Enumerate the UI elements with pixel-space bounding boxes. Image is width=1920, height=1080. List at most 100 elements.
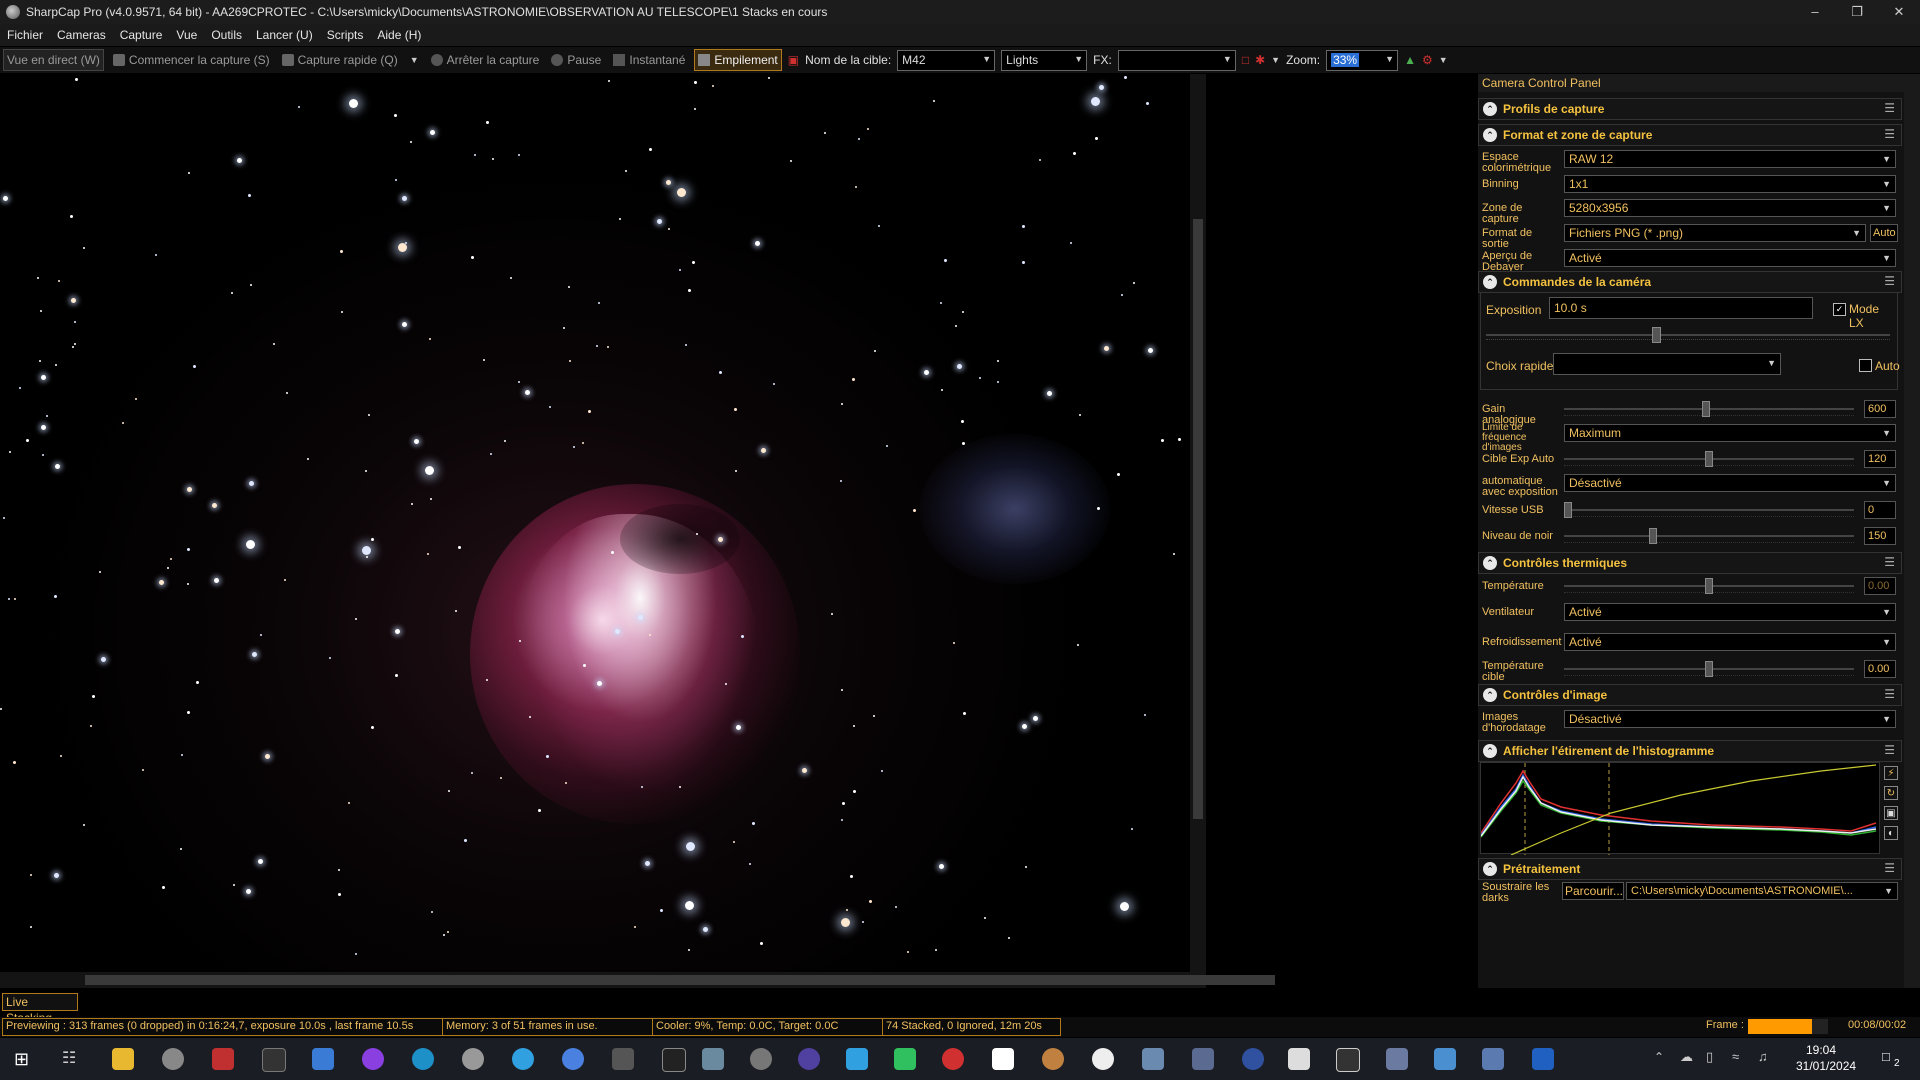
binning-select[interactable]: 1x1 ▼	[1564, 175, 1896, 193]
scroll-thumb[interactable]	[85, 975, 1275, 985]
app-icon[interactable]	[1336, 1048, 1360, 1072]
app-icon[interactable]	[846, 1048, 868, 1070]
target-temp-slider[interactable]	[1564, 661, 1854, 677]
collapse-icon[interactable]: ⌃	[1483, 102, 1497, 116]
mail-icon[interactable]	[312, 1048, 334, 1070]
quick-capture-button[interactable]: Capture rapide (Q) ▼	[279, 50, 422, 70]
app-icon[interactable]	[662, 1048, 686, 1072]
target-name-combo[interactable]: M42 ▼	[897, 49, 996, 71]
section-histogram[interactable]: ⌃ Afficher l'étirement de l'histogramme ☰	[1478, 740, 1902, 762]
black-level-slider[interactable]	[1564, 528, 1854, 544]
app-icon[interactable]	[1142, 1048, 1164, 1070]
menu-aide[interactable]: Aide (H)	[370, 28, 428, 42]
windows-start-icon[interactable]: ⊞	[14, 1049, 29, 1070]
collapse-icon[interactable]: ⌃	[1483, 744, 1497, 758]
battery-icon[interactable]: ▯	[1706, 1049, 1713, 1065]
app-icon[interactable]	[1386, 1048, 1408, 1070]
output-format-select[interactable]: Fichiers PNG (* .png) ▼	[1564, 224, 1866, 242]
chevron-down-icon[interactable]: ▼	[1439, 55, 1448, 65]
section-preprocess[interactable]: ⌃ Prétraitement ☰	[1478, 858, 1902, 880]
sharpcap-icon[interactable]	[750, 1048, 772, 1070]
horizontal-scrollbar[interactable]	[0, 972, 1275, 988]
section-format[interactable]: ⌃ Format et zone de capture ☰	[1478, 124, 1902, 146]
app-icon[interactable]	[1482, 1048, 1504, 1070]
app-icon[interactable]	[1192, 1048, 1214, 1070]
app-icon[interactable]	[612, 1048, 634, 1070]
auto-stretch-icon[interactable]: ⚡	[1884, 766, 1898, 780]
menu-scripts[interactable]: Scripts	[320, 28, 371, 42]
live-stacking-tab[interactable]: Live Stacking	[2, 993, 78, 1025]
exposure-input[interactable]: 10.0 s	[1549, 297, 1813, 319]
notifications-icon[interactable]: □	[1882, 1049, 1890, 1064]
menu-vue[interactable]: Vue	[169, 28, 204, 42]
collapse-icon[interactable]: ⌃	[1483, 128, 1497, 142]
reset-icon[interactable]: ↻	[1884, 786, 1898, 800]
target-temp-value[interactable]: 0.00	[1864, 660, 1896, 678]
app-icon[interactable]	[894, 1048, 916, 1070]
task-view-icon[interactable]: ☷	[62, 1048, 76, 1068]
usb-speed-slider[interactable]	[1564, 502, 1854, 518]
volume-icon[interactable]: ♫	[1758, 1049, 1768, 1064]
menu-icon[interactable]: ☰	[1884, 555, 1895, 569]
clock-time[interactable]: 19:04	[1806, 1043, 1836, 1057]
browse-button[interactable]: Parcourir...	[1562, 882, 1624, 900]
live-view-button[interactable]: Vue en direct (W)	[3, 49, 104, 71]
app-icon[interactable]	[212, 1048, 234, 1070]
chevron-down-icon[interactable]: ▼	[410, 55, 419, 65]
timestamp-select[interactable]: Désactivé ▼	[1564, 710, 1896, 728]
scroll-thumb[interactable]	[1193, 219, 1203, 819]
stop-capture-button[interactable]: Arrêter la capture	[428, 50, 543, 70]
section-thermal[interactable]: ⌃ Contrôles thermiques ☰	[1478, 552, 1902, 574]
app-icon[interactable]	[1092, 1048, 1114, 1070]
fps-limit-select[interactable]: Maximum ▼	[1564, 424, 1896, 442]
gain-value[interactable]: 600	[1864, 400, 1896, 418]
collapse-icon[interactable]: ⌃	[1483, 862, 1497, 876]
app-icon[interactable]	[1042, 1048, 1064, 1070]
panel-scrollbar[interactable]	[1904, 74, 1920, 988]
zoom-combo[interactable]: 33% ▼	[1326, 49, 1399, 71]
clock-date[interactable]: 31/01/2024	[1796, 1059, 1856, 1073]
vertical-scrollbar[interactable]	[1190, 74, 1206, 972]
tray-chevron-icon[interactable]: ⌃	[1654, 1050, 1664, 1064]
frame-type-combo[interactable]: Lights ▼	[1001, 49, 1088, 71]
slider-knob[interactable]	[1705, 451, 1713, 467]
menu-icon[interactable]: ☰	[1884, 861, 1895, 875]
output-auto-button[interactable]: Auto	[1870, 224, 1898, 242]
menu-icon[interactable]: ☰	[1884, 127, 1895, 141]
app-icon[interactable]	[562, 1048, 584, 1070]
app-icon[interactable]	[1242, 1048, 1264, 1070]
black-level-value[interactable]: 150	[1864, 527, 1896, 545]
close-button[interactable]: ✕	[1878, 0, 1920, 24]
fan-select[interactable]: Activé ▼	[1564, 603, 1896, 621]
section-profiles[interactable]: ⌃ Profils de capture ☰	[1478, 98, 1902, 120]
collapse-icon[interactable]: ⌃	[1483, 556, 1497, 570]
exposure-slider[interactable]	[1486, 323, 1890, 347]
roi-select[interactable]: 5280x3956 ▼	[1564, 199, 1896, 217]
autoexp-select[interactable]: Désactivé ▼	[1564, 474, 1896, 492]
edge-icon[interactable]	[412, 1048, 434, 1070]
image-viewer[interactable]	[0, 74, 1190, 972]
stacking-button[interactable]: Empilement	[694, 49, 782, 71]
cooling-select[interactable]: Activé ▼	[1564, 633, 1896, 651]
slider-knob[interactable]	[1652, 327, 1661, 343]
slider-knob[interactable]	[1705, 661, 1713, 677]
menu-icon[interactable]: ☰	[1884, 687, 1895, 701]
collapse-icon[interactable]: ⌃	[1483, 688, 1497, 702]
app-icon[interactable]	[798, 1048, 820, 1070]
minimize-button[interactable]: –	[1794, 0, 1836, 24]
settings-gear-icon[interactable]	[162, 1048, 184, 1070]
pause-button[interactable]: Pause	[548, 50, 604, 70]
menu-capture[interactable]: Capture	[113, 28, 170, 42]
menu-icon[interactable]: ☰	[1884, 743, 1895, 757]
menu-fichier[interactable]: Fichier	[0, 28, 50, 42]
reticle-icon[interactable]: □	[1242, 53, 1249, 67]
slider-knob[interactable]	[1564, 502, 1572, 518]
app-icon[interactable]	[1532, 1048, 1554, 1070]
notion-icon[interactable]	[262, 1048, 286, 1072]
autoexp-target-value[interactable]: 120	[1864, 450, 1896, 468]
contrast-icon[interactable]: ◐	[1884, 826, 1898, 840]
section-image-controls[interactable]: ⌃ Contrôles d'image ☰	[1478, 684, 1902, 706]
snapshot-button[interactable]: Instantané	[610, 50, 688, 70]
menu-icon[interactable]: ☰	[1884, 101, 1895, 115]
app-icon[interactable]	[702, 1048, 724, 1070]
